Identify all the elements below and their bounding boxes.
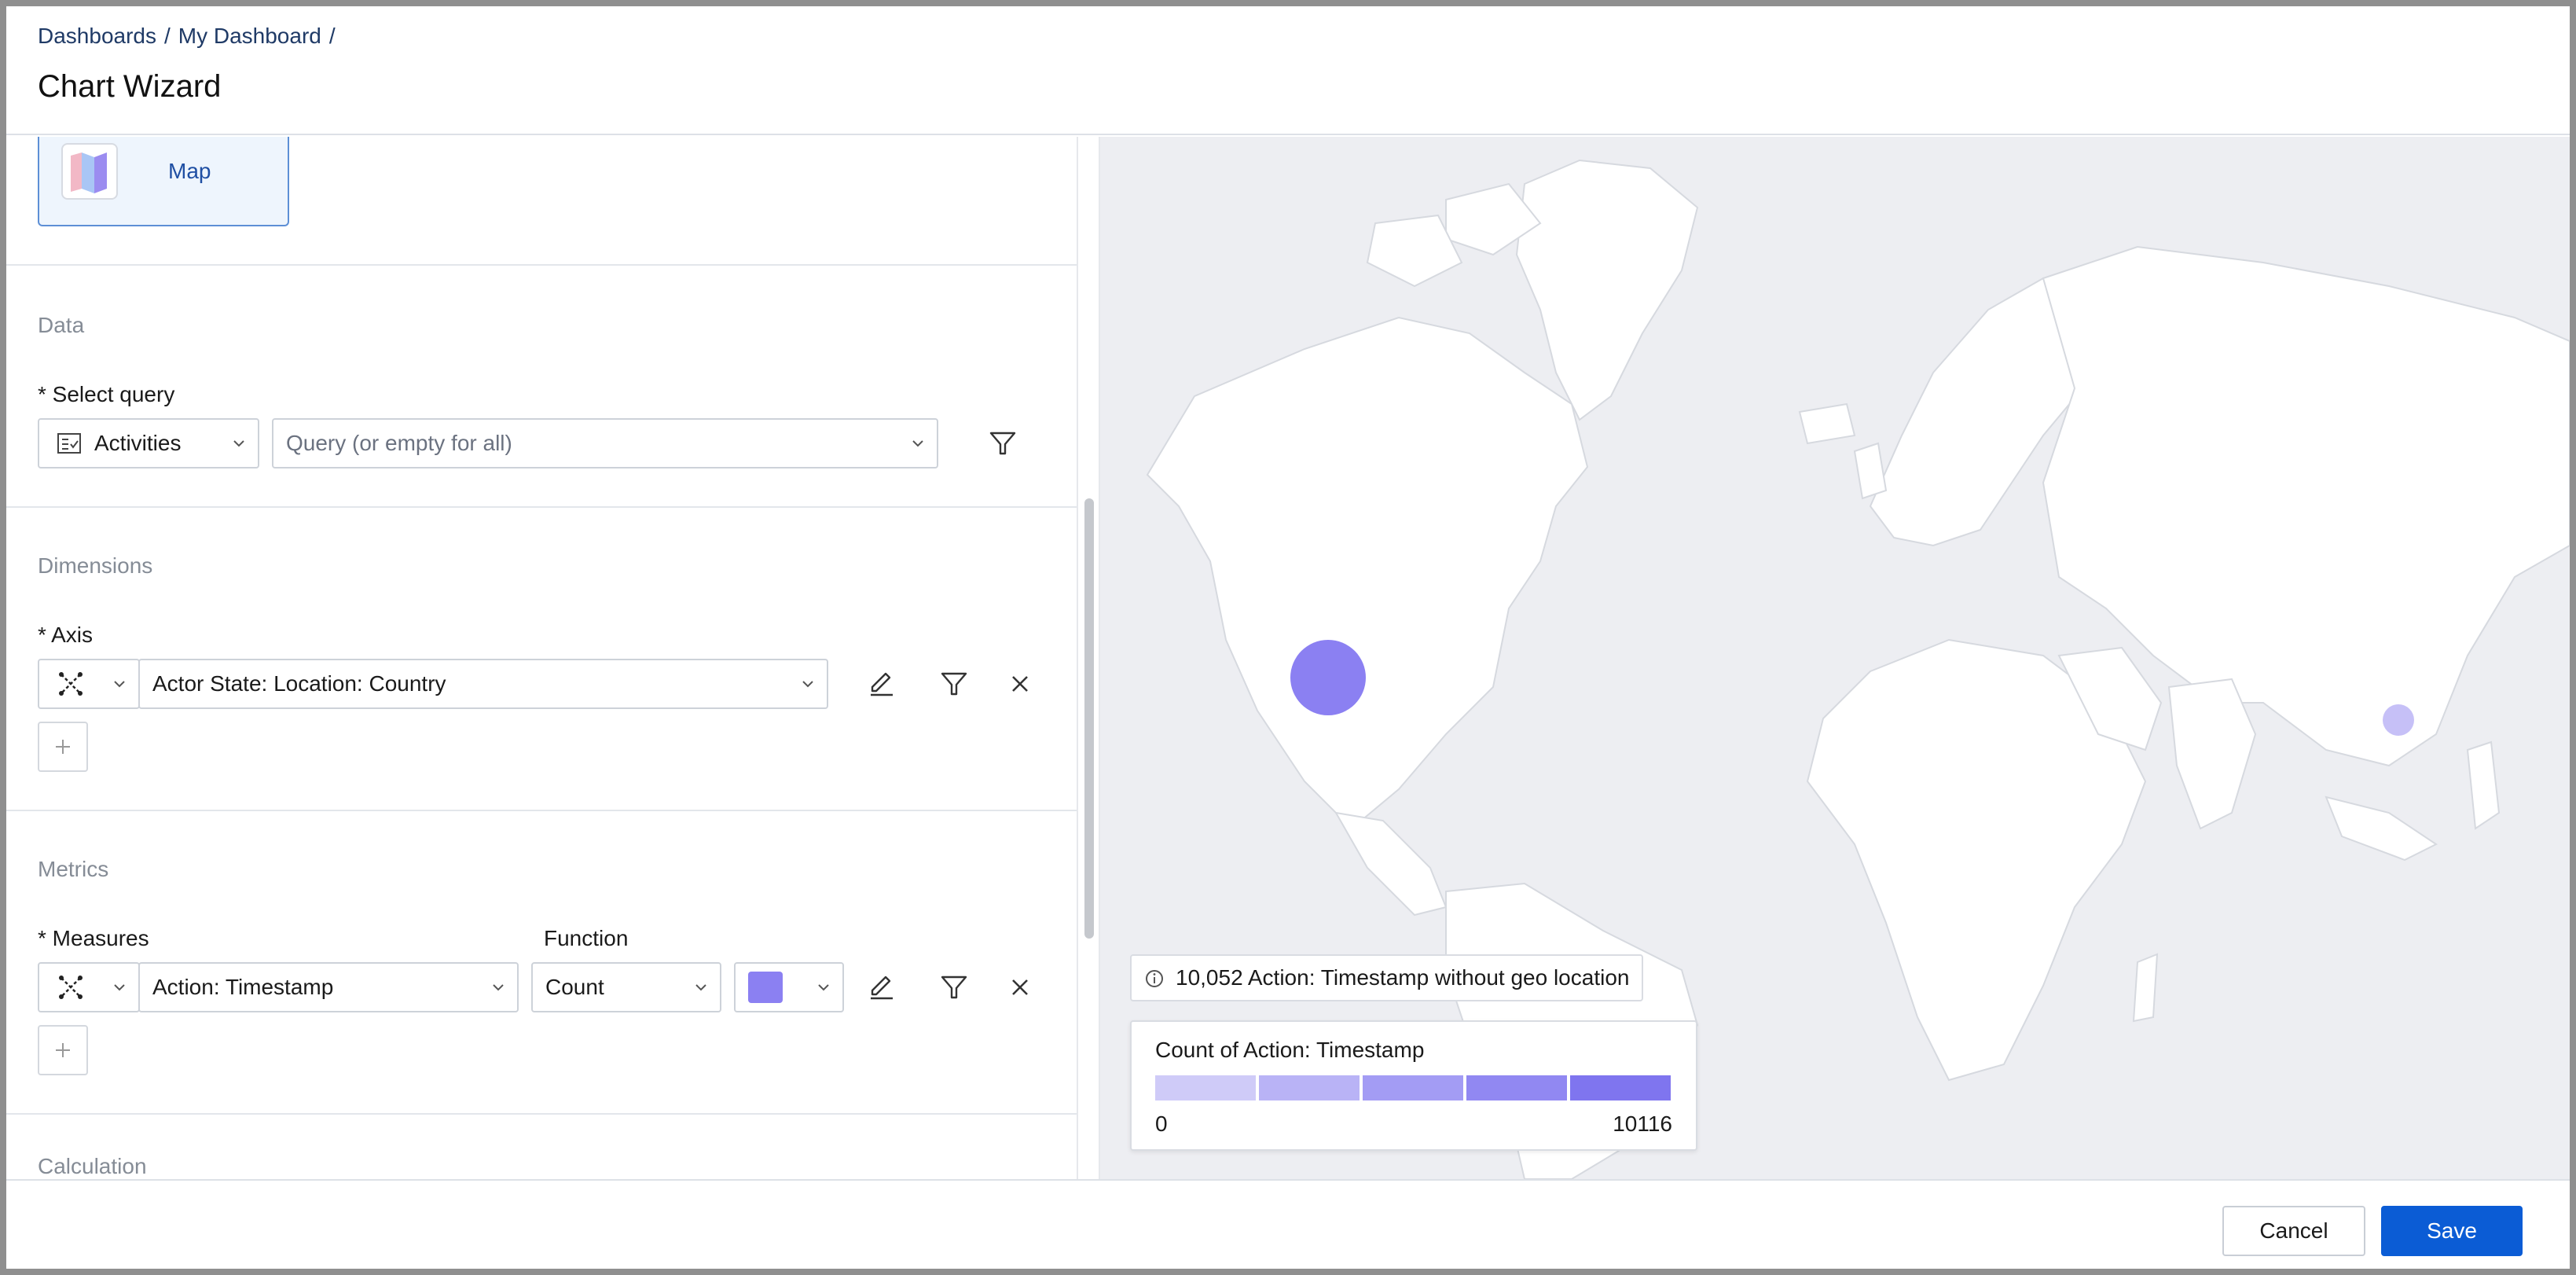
chevron-down-icon [233,440,244,447]
footer: Cancel Save [6,1179,2570,1269]
breadcrumb-separator: / [163,24,171,48]
filter-icon [941,976,967,999]
divider [6,506,1077,508]
legend-step [1155,1075,1256,1100]
close-icon [1012,979,1028,995]
header: Dashboards / My Dashboard / Chart Wizard [6,6,2570,135]
color-swatch [748,972,783,1003]
measure-edit-button[interactable] [863,968,901,1006]
query-filter-button[interactable] [984,424,1022,462]
axis-filter-button[interactable] [935,665,973,703]
legend-step [1259,1075,1360,1100]
chart-type-label: Map [168,159,211,183]
map-preview: 10,052 Action: Timestamp without geo loc… [1100,137,2570,1179]
chart-wizard-window: Dashboards / My Dashboard / Chart Wizard… [6,6,2570,1269]
table-icon [57,432,82,454]
pencil-icon [871,976,893,1000]
query-placeholder: Query (or empty for all) [286,431,512,455]
chevron-down-icon [114,681,125,688]
dimension-icon [57,973,85,1001]
cancel-button[interactable]: Cancel [2222,1206,2365,1256]
breadcrumb-dashboards[interactable]: Dashboards [38,24,156,49]
add-axis-button[interactable] [38,722,88,772]
chevron-down-icon [114,984,125,991]
measure-filter-button[interactable] [935,968,973,1006]
bubble-united-states[interactable] [1290,640,1366,715]
function-select[interactable]: Count [531,962,721,1012]
measures-label: * Measures [38,926,149,950]
section-title-calculation: Calculation [38,1154,147,1178]
divider [6,810,1077,811]
plus-icon [56,1043,70,1057]
function-value: Count [545,975,604,999]
measure-field-select[interactable]: Action: Timestamp [138,962,519,1012]
color-picker[interactable] [734,962,844,1012]
filter-icon [941,672,967,696]
filter-icon [989,432,1016,455]
select-query-label: * Select query [38,382,175,406]
axis-field-select[interactable]: Actor State: Location: Country [138,659,828,709]
axis-remove-button[interactable] [1001,665,1039,703]
function-label: Function [544,926,629,950]
measure-remove-button[interactable] [1001,968,1039,1006]
axis-type-select[interactable] [38,659,140,709]
legend-title: Count of Action: Timestamp [1155,1038,1425,1062]
axis-edit-button[interactable] [863,665,901,703]
section-title-metrics: Metrics [38,857,109,881]
divider [6,264,1077,266]
legend-step [1570,1075,1671,1100]
chevron-down-icon [695,984,706,991]
query-input[interactable]: Query (or empty for all) [272,418,938,468]
scrollbar-thumb[interactable] [1084,498,1094,939]
section-title-data: Data [38,313,85,337]
legend-step [1466,1075,1567,1100]
close-icon [1012,676,1028,692]
chart-type-map-card[interactable]: Map [38,137,289,226]
breadcrumb-separator: / [328,24,336,48]
breadcrumb: Dashboards / My Dashboard / [38,24,336,49]
divider [6,1113,1077,1115]
axis-label: * Axis [38,623,94,647]
plus-icon [56,740,70,754]
dimension-icon [57,670,85,698]
chevron-down-icon [802,681,813,688]
scrollbar[interactable] [1077,137,1100,1179]
add-measure-button[interactable] [38,1025,88,1075]
config-panel: Map Data * Select query Activities Query… [6,137,1077,1179]
legend-min: 0 [1155,1111,1168,1136]
section-title-dimensions: Dimensions [38,553,153,578]
measure-field-value: Action: Timestamp [152,975,334,999]
chevron-down-icon [818,984,829,991]
pencil-icon [871,672,893,696]
legend-max: 10116 [1613,1111,1672,1136]
legend-step [1363,1075,1463,1100]
legend-color-scale [1155,1075,1671,1100]
bubble-china[interactable] [2383,704,2414,736]
data-source-select[interactable]: Activities [38,418,259,468]
axis-field-value: Actor State: Location: Country [152,671,446,696]
geo-note-text: 10,052 Action: Timestamp without geo loc… [1176,965,1630,990]
chevron-down-icon [493,984,504,991]
measure-type-select[interactable] [38,962,140,1012]
geo-location-note: 10,052 Action: Timestamp without geo loc… [1130,954,1644,1001]
chevron-down-icon [912,440,923,447]
save-button[interactable]: Save [2381,1206,2523,1256]
map-legend: Count of Action: Timestamp 0 10116 [1130,1020,1697,1151]
map-icon [61,143,118,200]
breadcrumb-my-dashboard[interactable]: My Dashboard [178,24,321,49]
page-title: Chart Wizard [38,69,222,104]
data-source-value: Activities [94,431,182,455]
info-icon [1146,970,1163,987]
